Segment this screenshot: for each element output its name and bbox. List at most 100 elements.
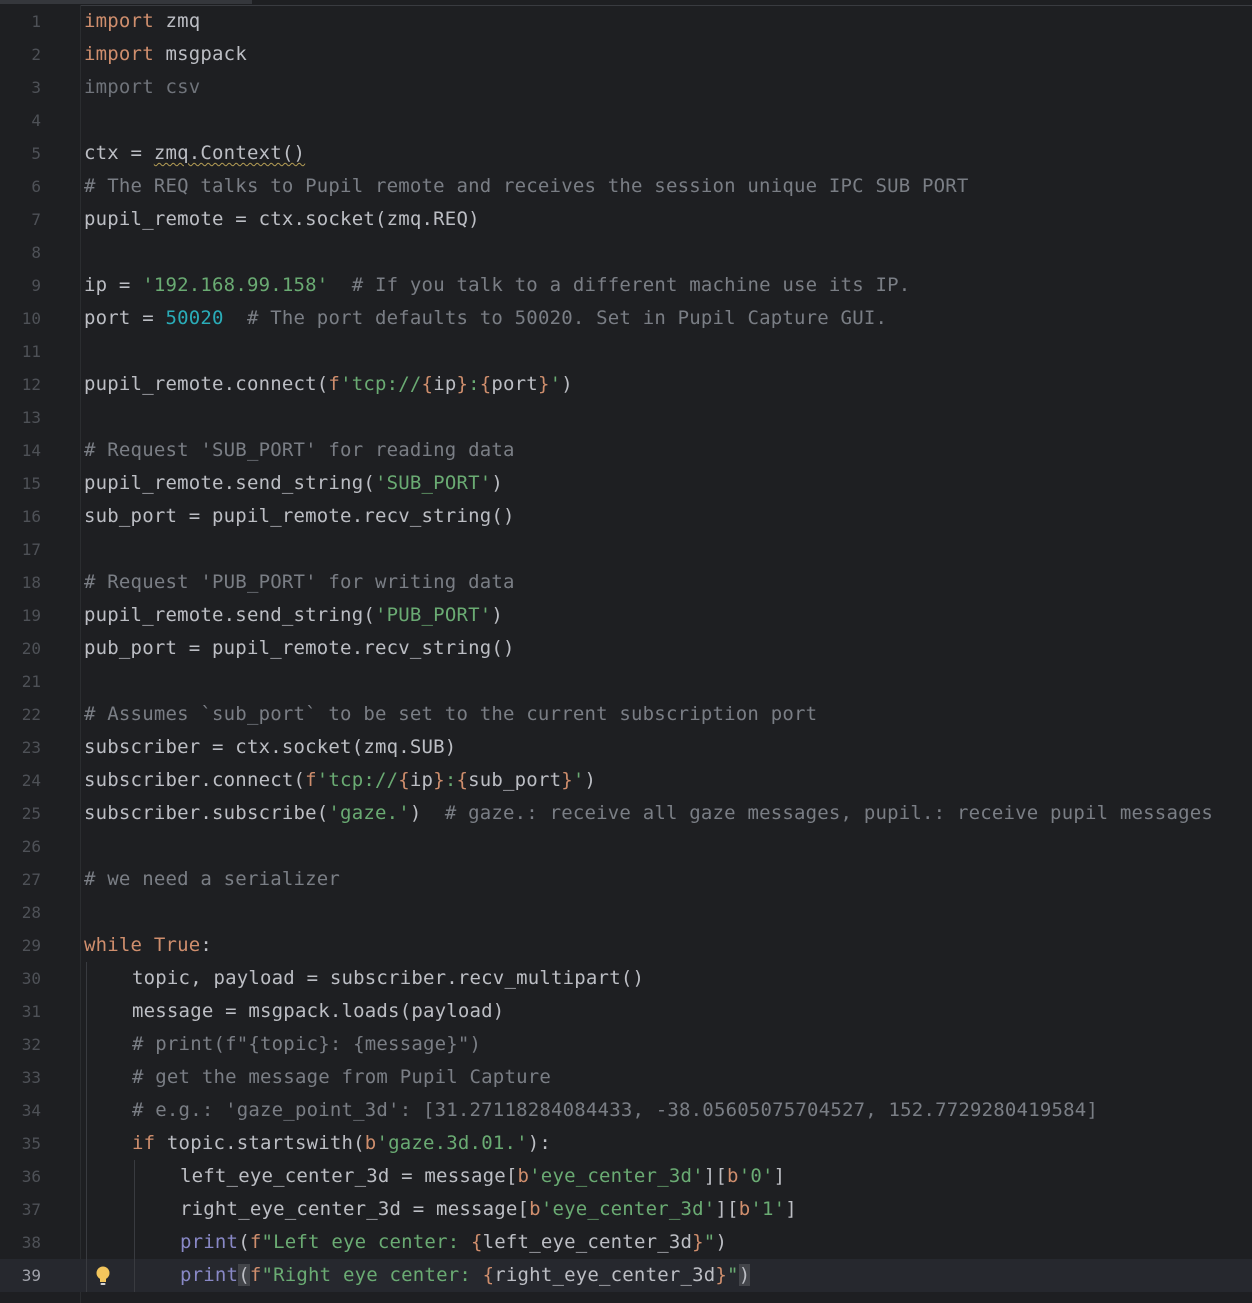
code-line-33[interactable]: 33 # get the message from Pupil Capture	[0, 1061, 1252, 1094]
code-line-4[interactable]: 4	[0, 104, 1252, 137]
line-number[interactable]: 37	[0, 1193, 41, 1226]
line-code[interactable]: subscriber.connect(f'tcp://{ip}:{sub_por…	[84, 764, 596, 797]
line-code[interactable]: pupil_remote.connect(f'tcp://{ip}:{port}…	[84, 368, 573, 401]
line-number[interactable]: 16	[0, 500, 41, 533]
line-number[interactable]: 36	[0, 1160, 41, 1193]
line-code[interactable]: import csv	[84, 71, 200, 104]
line-number[interactable]: 21	[0, 665, 41, 698]
line-code[interactable]: import zmq	[84, 5, 200, 38]
line-number[interactable]: 4	[0, 104, 41, 137]
line-number[interactable]: 13	[0, 401, 41, 434]
line-code[interactable]: port = 50020 # The port defaults to 5002…	[84, 302, 887, 335]
line-number[interactable]: 6	[0, 170, 41, 203]
lightbulb-icon[interactable]	[94, 1265, 112, 1287]
code-line-19[interactable]: 19 pupil_remote.send_string('PUB_PORT')	[0, 599, 1252, 632]
line-code[interactable]: # The REQ talks to Pupil remote and rece…	[84, 170, 969, 203]
code-line-30[interactable]: 30 topic, payload = subscriber.recv_multi…	[0, 962, 1252, 995]
code-line-6[interactable]: 6 # The REQ talks to Pupil remote and rec…	[0, 170, 1252, 203]
code-line-12[interactable]: 12 pupil_remote.connect(f'tcp://{ip}:{por…	[0, 368, 1252, 401]
line-number[interactable]: 39	[0, 1259, 41, 1292]
line-number[interactable]: 29	[0, 929, 41, 962]
code-line-26[interactable]: 26	[0, 830, 1252, 863]
code-line-18[interactable]: 18 # Request 'PUB_PORT' for writing data	[0, 566, 1252, 599]
line-number[interactable]: 14	[0, 434, 41, 467]
line-code[interactable]: if topic.startswith(b'gaze.3d.01.'):	[132, 1127, 551, 1160]
line-number[interactable]: 9	[0, 269, 41, 302]
line-number[interactable]: 1	[0, 5, 41, 38]
code-line-29[interactable]: 29 while True:	[0, 929, 1252, 962]
line-code[interactable]: # e.g.: 'gaze_point_3d': [31.27118284084…	[132, 1094, 1098, 1127]
line-code[interactable]: # Request 'SUB_PORT' for reading data	[84, 434, 515, 467]
line-code[interactable]: import msgpack	[84, 38, 247, 71]
code-line-38[interactable]: 38 print(f"Left eye center: {left_eye_cen…	[0, 1226, 1252, 1259]
code-line-20[interactable]: 20 pub_port = pupil_remote.recv_string()	[0, 632, 1252, 665]
line-number[interactable]: 32	[0, 1028, 41, 1061]
code-line-28[interactable]: 28	[0, 896, 1252, 929]
code-line-11[interactable]: 11	[0, 335, 1252, 368]
code-line-13[interactable]: 13	[0, 401, 1252, 434]
code-line-25[interactable]: 25 subscriber.subscribe('gaze.') # gaze.:…	[0, 797, 1252, 830]
line-code[interactable]: while True:	[84, 929, 212, 962]
code-line-8[interactable]: 8	[0, 236, 1252, 269]
line-code[interactable]: pupil_remote.send_string('PUB_PORT')	[84, 599, 503, 632]
code-line-10[interactable]: 10 port = 50020 # The port defaults to 50…	[0, 302, 1252, 335]
code-line-9[interactable]: 9 ip = '192.168.99.158' # If you talk to …	[0, 269, 1252, 302]
line-number[interactable]: 24	[0, 764, 41, 797]
code-line-24[interactable]: 24 subscriber.connect(f'tcp://{ip}:{sub_p…	[0, 764, 1252, 797]
code-line-35[interactable]: 35 if topic.startswith(b'gaze.3d.01.'):	[0, 1127, 1252, 1160]
line-number[interactable]: 31	[0, 995, 41, 1028]
line-number[interactable]: 5	[0, 137, 41, 170]
line-code[interactable]: ip = '192.168.99.158' # If you talk to a…	[84, 269, 910, 302]
line-code[interactable]: right_eye_center_3d = message[b'eye_cent…	[180, 1193, 797, 1226]
code-line-39[interactable]: 39 print(f"Right eye center: {right_eye_c…	[0, 1259, 1252, 1292]
code-line-5[interactable]: 5 ctx = zmq.Context()	[0, 137, 1252, 170]
line-code[interactable]: ctx = zmq.Context()	[84, 137, 305, 170]
line-code[interactable]: message = msgpack.loads(payload)	[132, 995, 504, 1028]
line-code[interactable]: # print(f"{topic}: {message}")	[132, 1028, 481, 1061]
line-code[interactable]: pupil_remote = ctx.socket(zmq.REQ)	[84, 203, 480, 236]
code-line-15[interactable]: 15 pupil_remote.send_string('SUB_PORT')	[0, 467, 1252, 500]
code-line-32[interactable]: 32 # print(f"{topic}: {message}")	[0, 1028, 1252, 1061]
line-number[interactable]: 22	[0, 698, 41, 731]
line-number[interactable]: 28	[0, 896, 41, 929]
line-code[interactable]: # we need a serializer	[84, 863, 340, 896]
code-line-16[interactable]: 16 sub_port = pupil_remote.recv_string()	[0, 500, 1252, 533]
line-number[interactable]: 34	[0, 1094, 41, 1127]
line-number[interactable]: 38	[0, 1226, 41, 1259]
line-code[interactable]: subscriber.subscribe('gaze.') # gaze.: r…	[84, 797, 1213, 830]
code-line-34[interactable]: 34 # e.g.: 'gaze_point_3d': [31.271182840…	[0, 1094, 1252, 1127]
code-line-23[interactable]: 23 subscriber = ctx.socket(zmq.SUB)	[0, 731, 1252, 764]
code-line-37[interactable]: 37 right_eye_center_3d = message[b'eye_ce…	[0, 1193, 1252, 1226]
line-code[interactable]: sub_port = pupil_remote.recv_string()	[84, 500, 515, 533]
line-number[interactable]: 7	[0, 203, 41, 236]
line-number[interactable]: 8	[0, 236, 41, 269]
code-lines[interactable]: 1 import zmq 2 import msgpack 3 import csv 4 5 c…	[0, 5, 1252, 1292]
code-line-2[interactable]: 2 import msgpack	[0, 38, 1252, 71]
code-line-14[interactable]: 14 # Request 'SUB_PORT' for reading data	[0, 434, 1252, 467]
line-number[interactable]: 25	[0, 797, 41, 830]
code-editor[interactable]: 1 import zmq 2 import msgpack 3 import csv 4 5 c…	[0, 0, 1252, 1303]
line-number[interactable]: 12	[0, 368, 41, 401]
line-number[interactable]: 35	[0, 1127, 41, 1160]
line-code[interactable]: print(f"Right eye center: {right_eye_cen…	[180, 1259, 751, 1292]
line-number[interactable]: 20	[0, 632, 41, 665]
line-number[interactable]: 19	[0, 599, 41, 632]
code-line-21[interactable]: 21	[0, 665, 1252, 698]
code-line-1[interactable]: 1 import zmq	[0, 5, 1252, 38]
line-code[interactable]: topic, payload = subscriber.recv_multipa…	[132, 962, 644, 995]
code-line-3[interactable]: 3 import csv	[0, 71, 1252, 104]
line-number[interactable]: 11	[0, 335, 41, 368]
line-number[interactable]: 2	[0, 38, 41, 71]
line-code[interactable]: # Request 'PUB_PORT' for writing data	[84, 566, 515, 599]
line-code[interactable]: pub_port = pupil_remote.recv_string()	[84, 632, 515, 665]
line-number[interactable]: 33	[0, 1061, 41, 1094]
line-number[interactable]: 23	[0, 731, 41, 764]
line-code[interactable]: pupil_remote.send_string('SUB_PORT')	[84, 467, 503, 500]
line-code[interactable]: # Assumes `sub_port` to be set to the cu…	[84, 698, 817, 731]
line-number[interactable]: 27	[0, 863, 41, 896]
code-line-17[interactable]: 17	[0, 533, 1252, 566]
code-line-27[interactable]: 27 # we need a serializer	[0, 863, 1252, 896]
line-number[interactable]: 10	[0, 302, 41, 335]
line-code[interactable]: left_eye_center_3d = message[b'eye_cente…	[180, 1160, 785, 1193]
line-number[interactable]: 30	[0, 962, 41, 995]
